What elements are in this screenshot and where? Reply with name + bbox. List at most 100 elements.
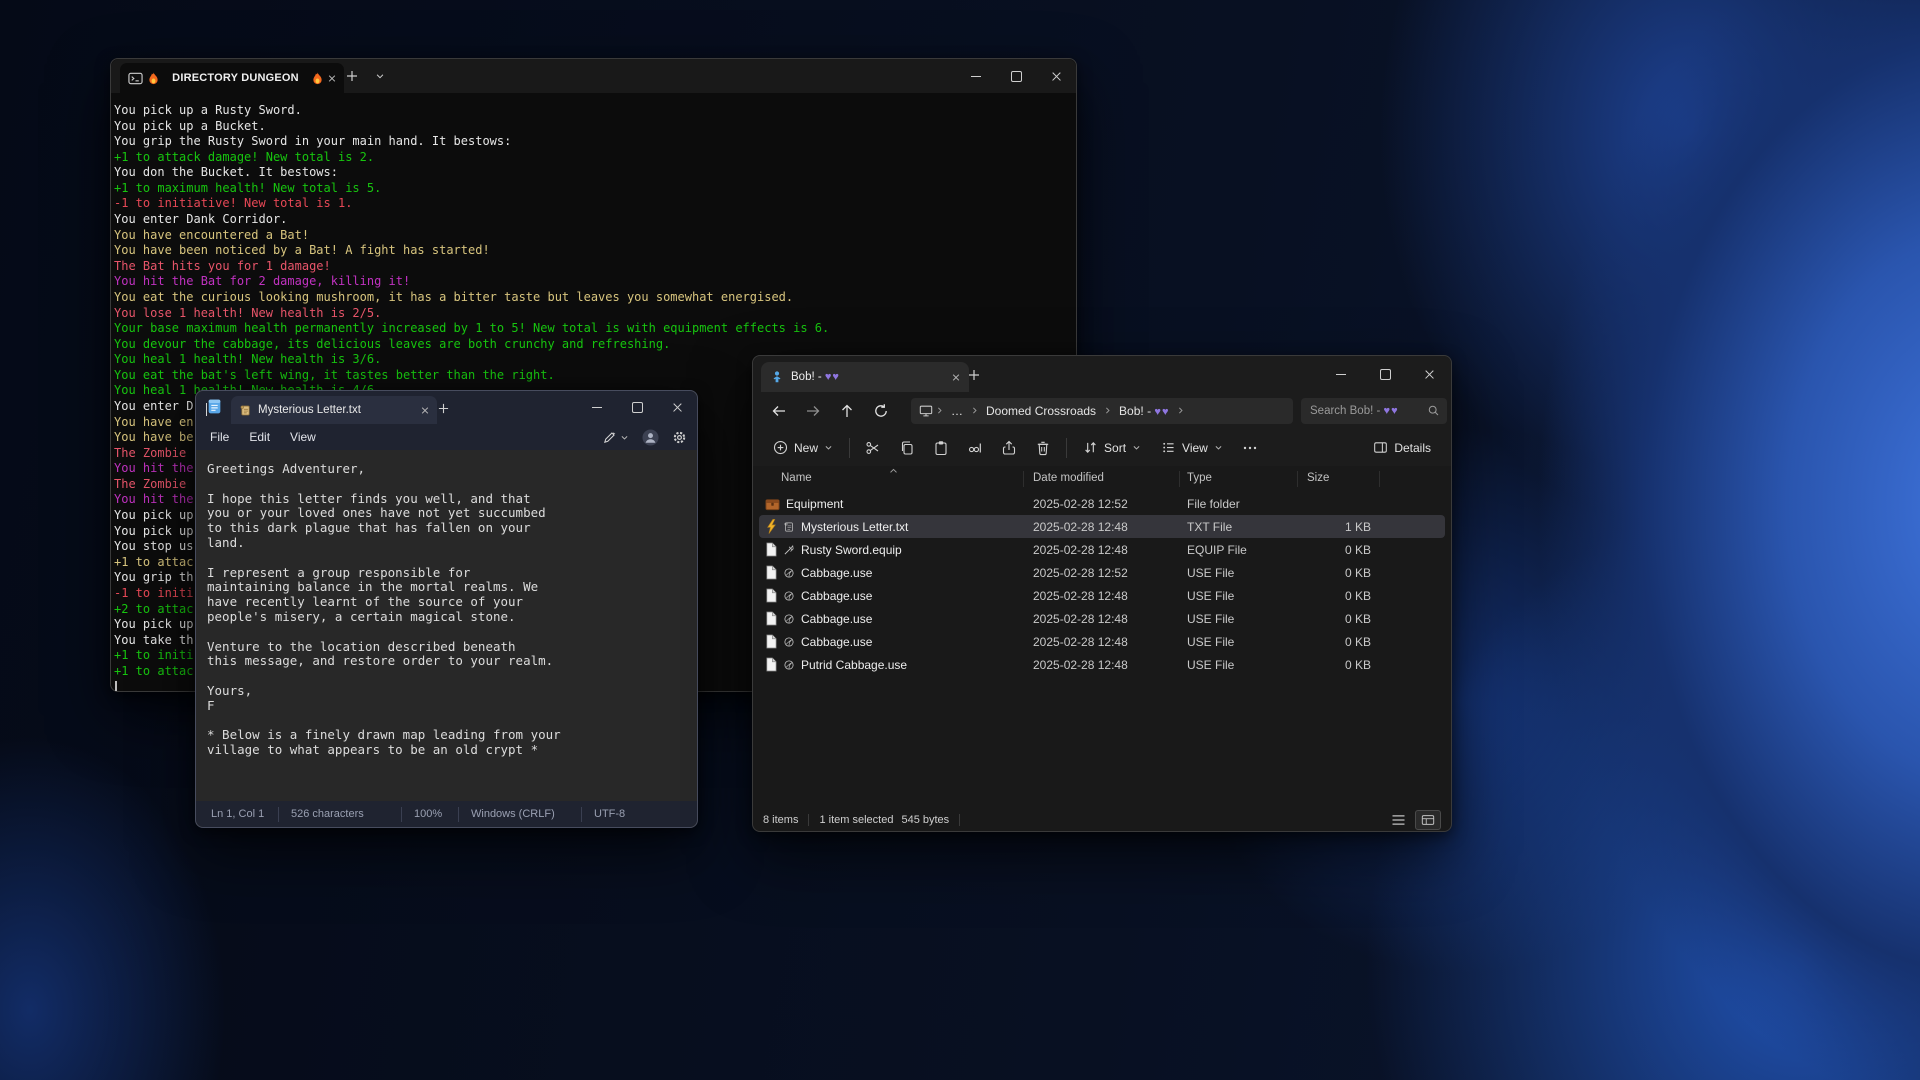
details-panel-icon xyxy=(1373,440,1388,455)
maximize-button[interactable] xyxy=(617,391,657,424)
file-name: Cabbage.use xyxy=(801,612,872,626)
more-options-button[interactable] xyxy=(1233,433,1267,463)
flame-icon xyxy=(148,72,159,85)
file-row[interactable]: Cabbage.use 2025-02-28 12:48 USE File 0 … xyxy=(759,584,1445,607)
chevron-right-icon xyxy=(970,406,979,415)
toolbar-divider xyxy=(1066,438,1067,458)
file-date-modified: 2025-02-28 12:48 xyxy=(1033,589,1128,603)
breadcrumb[interactable]: … Doomed Crossroads Bob! - ♥♥ xyxy=(911,398,1293,424)
search-input[interactable]: Search Bob! - ♥♥ xyxy=(1301,398,1447,424)
status-zoom-level[interactable]: 100% xyxy=(401,807,458,822)
purple-heart-icon: ♥♥ xyxy=(1154,406,1169,418)
share-button[interactable] xyxy=(992,433,1026,463)
dagger-glyph xyxy=(783,544,795,556)
maximize-button[interactable] xyxy=(996,59,1036,93)
settings-gear-icon[interactable] xyxy=(672,430,687,445)
tab-close-icon[interactable] xyxy=(421,401,429,419)
new-button[interactable]: New xyxy=(763,433,843,463)
paste-button[interactable] xyxy=(924,433,958,463)
maximize-button[interactable] xyxy=(1363,356,1407,392)
new-tab-button[interactable] xyxy=(434,399,452,417)
terminal-tab[interactable]: DIRECTORY DUNGEON xyxy=(120,63,344,93)
menu-view[interactable]: View xyxy=(280,427,326,447)
file-date-modified: 2025-02-28 12:48 xyxy=(1033,543,1128,557)
back-button[interactable] xyxy=(765,397,793,425)
tab-list-dropdown-icon[interactable] xyxy=(369,65,391,87)
column-header-date-modified[interactable]: Date modified xyxy=(1033,472,1104,484)
file-page-icon xyxy=(765,657,777,672)
minimize-button[interactable] xyxy=(1319,356,1363,392)
column-header-size[interactable]: Size xyxy=(1307,472,1329,484)
file-type: USE File xyxy=(1187,635,1234,649)
close-button[interactable] xyxy=(657,391,697,424)
file-page-icon xyxy=(765,611,777,626)
terminal-line: +1 to maximum health! New total is 5. xyxy=(114,181,1066,197)
breadcrumb-parent-folder[interactable]: Doomed Crossroads xyxy=(981,402,1101,420)
file-row[interactable]: Equipment 2025-02-28 12:52 File folder xyxy=(759,492,1445,515)
terminal-line: You lose 1 health! New health is 2/5. xyxy=(114,306,1066,322)
file-row[interactable]: Cabbage.use 2025-02-28 12:48 USE File 0 … xyxy=(759,630,1445,653)
explorer-tab-title: Bob! - ♥♥ xyxy=(791,371,945,383)
file-date-modified: 2025-02-28 12:48 xyxy=(1033,635,1128,649)
copy-button[interactable] xyxy=(890,433,924,463)
new-tab-button[interactable] xyxy=(965,366,983,384)
file-date-modified: 2025-02-28 12:48 xyxy=(1033,612,1128,626)
rename-button[interactable] xyxy=(958,433,992,463)
letter-line: village to what appears to be an old cry… xyxy=(207,743,689,758)
scroll-icon xyxy=(239,404,252,417)
view-button[interactable]: View xyxy=(1151,433,1233,463)
file-row[interactable]: Putrid Cabbage.use 2025-02-28 12:48 USE … xyxy=(759,653,1445,676)
refresh-button[interactable] xyxy=(867,397,895,425)
menu-edit[interactable]: Edit xyxy=(239,427,280,447)
file-page-icon xyxy=(765,542,777,557)
forward-button[interactable] xyxy=(799,397,827,425)
terminal-line: You devour the cabbage, its delicious le… xyxy=(114,337,1066,353)
explorer-statusbar: 8 items 1 item selected 545 bytes xyxy=(753,809,1451,831)
close-button[interactable] xyxy=(1036,59,1076,93)
sort-ascending-icon xyxy=(889,467,898,474)
cut-button[interactable] xyxy=(856,433,890,463)
minimize-button[interactable] xyxy=(956,59,996,93)
new-tab-button[interactable] xyxy=(341,65,363,87)
file-row[interactable]: Mysterious Letter.txt 2025-02-28 12:48 T… xyxy=(759,515,1445,538)
column-header-type[interactable]: Type xyxy=(1187,472,1212,484)
file-row[interactable]: Cabbage.use 2025-02-28 12:52 USE File 0 … xyxy=(759,561,1445,584)
chevron-down-icon xyxy=(824,443,833,452)
terminal-line: You hit the Bat for 2 damage, killing it… xyxy=(114,274,1066,290)
column-header-name[interactable]: Name xyxy=(781,472,812,484)
details-view-toggle-icon[interactable] xyxy=(1415,810,1441,830)
notepad-tab[interactable]: Mysterious Letter.txt xyxy=(231,396,437,424)
tab-close-icon[interactable] xyxy=(328,69,336,87)
file-row[interactable]: Rusty Sword.equip 2025-02-28 12:48 EQUIP… xyxy=(759,538,1445,561)
close-button[interactable] xyxy=(1407,356,1451,392)
letter-line: F xyxy=(207,699,689,714)
letter-line xyxy=(207,714,689,729)
file-name: Putrid Cabbage.use xyxy=(801,658,907,672)
notepad-app-icon xyxy=(206,398,223,415)
delete-button[interactable] xyxy=(1026,433,1060,463)
minimize-button[interactable] xyxy=(577,391,617,424)
rewrite-button[interactable] xyxy=(602,430,629,445)
chevron-down-icon xyxy=(1214,443,1223,452)
sort-button[interactable]: Sort xyxy=(1073,433,1151,463)
file-row[interactable]: Cabbage.use 2025-02-28 12:48 USE File 0 … xyxy=(759,607,1445,630)
file-date-modified: 2025-02-28 12:48 xyxy=(1033,520,1128,534)
chevron-right-icon xyxy=(935,406,944,415)
breadcrumb-current-folder[interactable]: Bob! - ♥♥ xyxy=(1114,402,1174,420)
terminal-cursor xyxy=(115,681,117,691)
breadcrumb-ellipsis[interactable]: … xyxy=(946,402,968,420)
explorer-tab[interactable]: Bob! - ♥♥ xyxy=(761,362,969,392)
file-size: 0 KB xyxy=(1299,543,1371,557)
explorer-window: Bob! - ♥♥ … xyxy=(752,355,1452,832)
compact-view-toggle-icon[interactable] xyxy=(1386,811,1410,829)
up-button[interactable] xyxy=(833,397,861,425)
search-icon xyxy=(1427,404,1440,417)
notepad-editor[interactable]: Greetings Adventurer, I hope this letter… xyxy=(196,450,697,801)
account-avatar[interactable] xyxy=(642,429,659,446)
tab-close-icon[interactable] xyxy=(952,368,960,386)
details-pane-button[interactable]: Details xyxy=(1363,433,1441,463)
status-line-ending: Windows (CRLF) xyxy=(458,807,581,822)
menu-file[interactable]: File xyxy=(200,427,239,447)
file-list-area[interactable]: Name Date modified Type Size Equipment 2… xyxy=(753,466,1451,809)
terminal-line: You have been noticed by a Bat! A fight … xyxy=(114,243,1066,259)
